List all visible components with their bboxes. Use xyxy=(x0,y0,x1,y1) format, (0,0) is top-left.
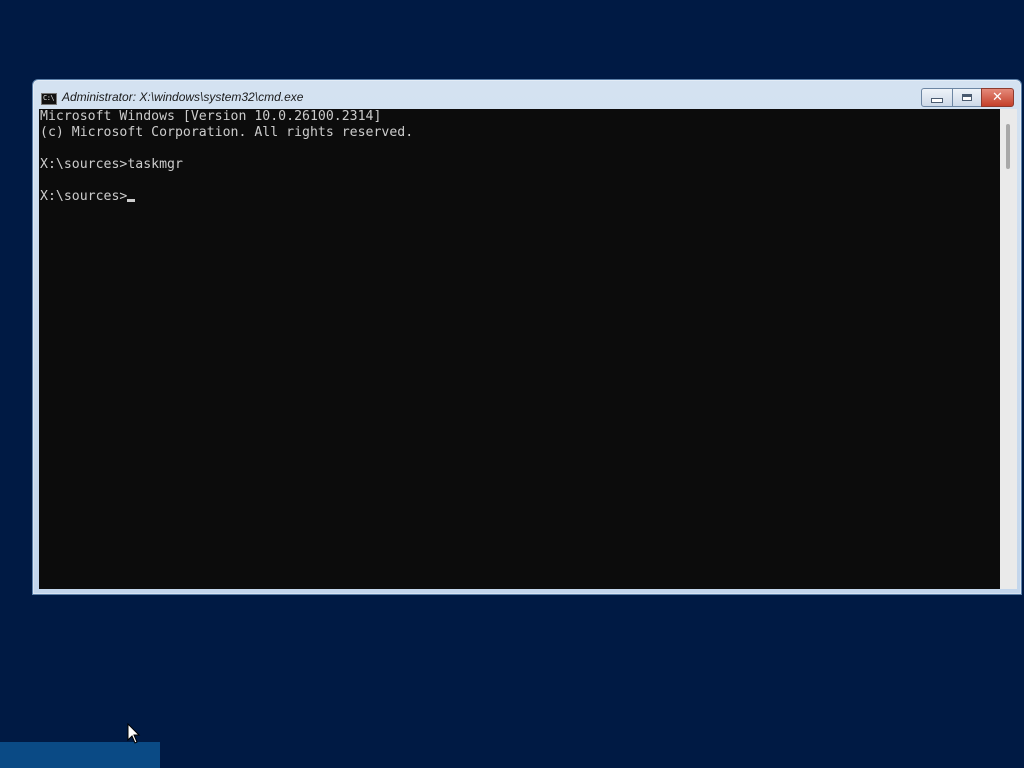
console-output[interactable]: Microsoft Windows [Version 10.0.26100.23… xyxy=(39,109,1000,589)
scrollbar-thumb[interactable] xyxy=(1006,124,1010,169)
console-line: Microsoft Windows [Version 10.0.26100.23… xyxy=(40,109,382,124)
maximize-icon xyxy=(962,94,972,101)
maximize-button[interactable] xyxy=(952,88,982,107)
cmd-icon xyxy=(41,93,57,105)
minimize-icon xyxy=(931,98,943,103)
text-cursor xyxy=(127,199,136,202)
mouse-pointer-icon xyxy=(127,723,141,744)
vertical-scrollbar[interactable] xyxy=(1000,109,1017,589)
title-bar[interactable]: Administrator: X:\windows\system32\cmd.e… xyxy=(33,80,1021,110)
console-line: X:\sources>taskmgr xyxy=(40,157,183,172)
close-button[interactable]: ✕ xyxy=(981,88,1014,107)
desktop-taskbar-fragment xyxy=(0,742,160,768)
caption-buttons: ✕ xyxy=(921,88,1014,107)
console-line: (c) Microsoft Corporation. All rights re… xyxy=(40,125,414,140)
close-icon: ✕ xyxy=(992,90,1003,105)
prompt-text: X:\sources> xyxy=(40,189,128,204)
cmd-window[interactable]: Administrator: X:\windows\system32\cmd.e… xyxy=(32,79,1022,595)
prompt-line[interactable]: X:\sources> xyxy=(40,189,1000,205)
minimize-button[interactable] xyxy=(921,88,953,107)
window-title: Administrator: X:\windows\system32\cmd.e… xyxy=(62,90,304,104)
